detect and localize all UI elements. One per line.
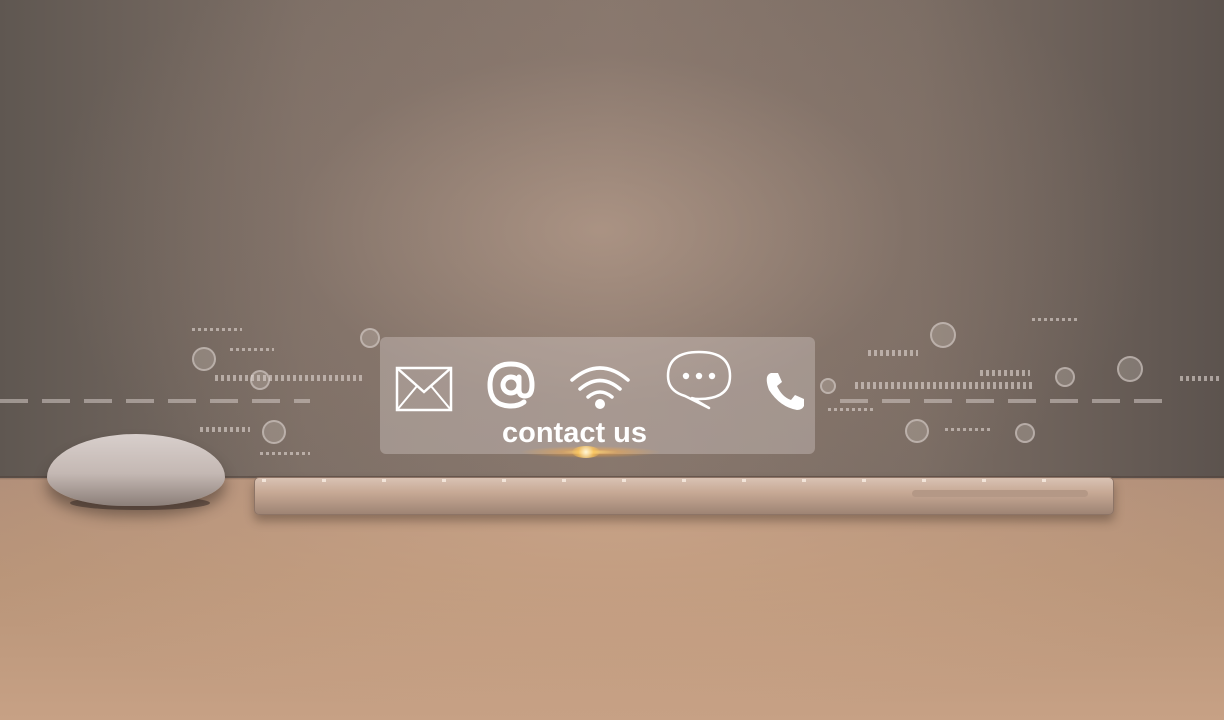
holo-line-right [840,399,1170,403]
chat-bubble-icon[interactable] [665,349,733,411]
holo-dots [200,427,250,432]
holo-dots [980,370,1030,376]
holo-gear-icon [820,378,836,394]
holo-dots [1032,318,1080,321]
holo-dots [260,452,310,455]
holo-dots [192,328,242,331]
holo-dots [868,350,918,356]
holo-pie-icon [905,419,929,443]
keyboard-strip [912,490,1088,497]
phone-icon[interactable] [764,370,806,412]
holo-line-left [0,399,310,403]
envelope-icon[interactable] [395,366,453,412]
keyboard-keys [262,479,1102,482]
holo-dots [945,428,991,431]
holo-dots [1180,376,1222,381]
scene: contact us [0,0,1224,720]
holo-dots [855,382,1035,389]
holo-circle-icon [250,370,270,390]
holo-circle-icon [1015,423,1035,443]
holo-dots [215,375,365,381]
holo-circle-icon [360,328,380,348]
holo-circle-icon [1055,367,1075,387]
holo-pie-icon [1117,356,1143,382]
light-flare [572,446,600,458]
holo-dots [828,408,874,411]
holo-dots [230,348,274,351]
at-sign-icon[interactable] [486,359,536,411]
wifi-icon[interactable] [568,362,632,412]
holo-pie-icon [930,322,956,348]
holo-pie-icon [192,347,216,371]
holo-pie-icon [262,420,286,444]
